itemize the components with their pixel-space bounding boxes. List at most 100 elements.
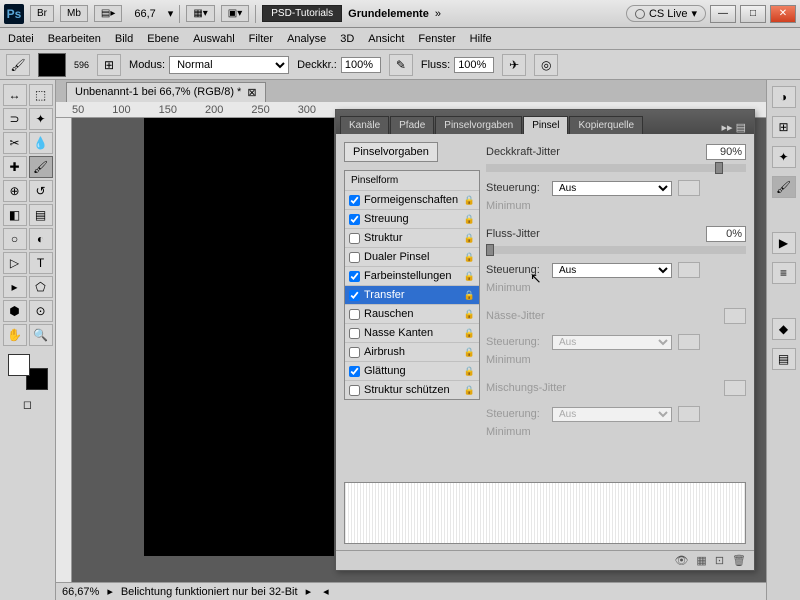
brush-option-checkbox[interactable]: [349, 347, 360, 358]
flow-control-select[interactable]: Aus: [552, 263, 672, 278]
tab-pfade[interactable]: Pfade: [390, 116, 434, 134]
lock-icon[interactable]: 🔒: [464, 385, 475, 396]
brush-option-checkbox[interactable]: [349, 271, 360, 282]
type-tool[interactable]: T: [29, 252, 53, 274]
wand-tool[interactable]: ✦: [29, 108, 53, 130]
brush-list-header[interactable]: Pinselform: [345, 171, 479, 190]
dock-play-icon[interactable]: ▶: [772, 232, 796, 254]
lock-icon[interactable]: 🔒: [464, 214, 475, 225]
eyedropper-tool[interactable]: 💧: [29, 132, 53, 154]
marquee-tool[interactable]: ⬚: [29, 84, 53, 106]
zoom-tool[interactable]: 🔍: [29, 324, 53, 346]
brush-presets-button[interactable]: Pinselvorgaben: [344, 142, 438, 162]
tab-pinselvorgaben[interactable]: Pinselvorgaben: [435, 116, 522, 134]
flow-input[interactable]: [454, 57, 494, 73]
menu-hilfe[interactable]: Hilfe: [470, 33, 492, 45]
brush-panel-toggle-icon[interactable]: ⊞: [97, 54, 121, 76]
brush-option-checkbox[interactable]: [349, 290, 360, 301]
lock-icon[interactable]: 🔒: [464, 271, 475, 282]
brush-option-dualer-pinsel[interactable]: Dualer Pinsel🔒: [345, 247, 479, 266]
3d-tool[interactable]: ⬢: [3, 300, 27, 322]
eraser-tool[interactable]: ◧: [3, 204, 27, 226]
menu-ansicht[interactable]: Ansicht: [368, 33, 404, 45]
brush-option-transfer[interactable]: Transfer🔒: [345, 285, 479, 304]
menu-datei[interactable]: Datei: [8, 33, 34, 45]
brush-option-rauschen[interactable]: Rauschen🔒: [345, 304, 479, 323]
lock-icon[interactable]: 🔒: [464, 233, 475, 244]
opacity-input[interactable]: [341, 57, 381, 73]
tablet-size-icon[interactable]: ◎: [534, 54, 558, 76]
close-button[interactable]: ✕: [770, 5, 796, 23]
lock-icon[interactable]: 🔒: [464, 309, 475, 320]
lasso-tool[interactable]: ⊃: [3, 108, 27, 130]
brush-option-checkbox[interactable]: [349, 195, 360, 206]
lock-icon[interactable]: 🔒: [464, 347, 475, 358]
brush-option-checkbox[interactable]: [349, 214, 360, 225]
tab-pinsel[interactable]: Pinsel: [523, 116, 568, 134]
brush-option-checkbox[interactable]: [349, 233, 360, 244]
panel-collapse-icon[interactable]: ▸▸ ▤: [718, 121, 751, 134]
opacity-jitter-value[interactable]: 90%: [706, 144, 746, 160]
path-select[interactable]: ▸: [3, 276, 27, 298]
menu-auswahl[interactable]: Auswahl: [193, 33, 235, 45]
brush-option-checkbox[interactable]: [349, 252, 360, 263]
film-icon[interactable]: ▤▸: [94, 5, 122, 22]
crop-tool[interactable]: ✂: [3, 132, 27, 154]
gradient-tool[interactable]: ▤: [29, 204, 53, 226]
stamp-tool[interactable]: ⊕: [3, 180, 27, 202]
pen-tool[interactable]: ▷: [3, 252, 27, 274]
zoom-pct[interactable]: 66,7: [128, 8, 161, 20]
create-icon[interactable]: ⊡: [715, 554, 724, 567]
menu-filter[interactable]: Filter: [249, 33, 273, 45]
mode-select[interactable]: Normal: [169, 56, 289, 74]
shape-tool[interactable]: ⬠: [29, 276, 53, 298]
brush-option-struktur[interactable]: Struktur🔒: [345, 228, 479, 247]
cs-live[interactable]: CS Live▾: [626, 5, 706, 22]
workspace-psd-tutorials[interactable]: PSD-Tutorials: [262, 5, 342, 22]
maximize-button[interactable]: □: [740, 5, 766, 23]
document-tab[interactable]: Unbenannt-1 bei 66,7% (RGB/8) *⊠: [66, 82, 266, 102]
brush-tool-icon[interactable]: 🖌: [6, 54, 30, 76]
opacity-control-select[interactable]: Aus: [552, 181, 672, 196]
brush-option-checkbox[interactable]: [349, 328, 360, 339]
brush-option-checkbox[interactable]: [349, 366, 360, 377]
mb-button[interactable]: Mb: [60, 5, 88, 22]
tab-kanaele[interactable]: Kanäle: [340, 116, 389, 134]
brush-option-checkbox[interactable]: [349, 385, 360, 396]
new-brush-icon[interactable]: ▦: [696, 554, 706, 567]
brush-preview[interactable]: [38, 53, 66, 77]
toggle-preview-icon[interactable]: 👁: [674, 554, 688, 567]
tablet-opacity-icon[interactable]: ✎: [389, 54, 413, 76]
dock-color-icon[interactable]: ◑: [772, 86, 796, 108]
brush-option-nasse-kanten[interactable]: Nasse Kanten🔒: [345, 323, 479, 342]
menu-3d[interactable]: 3D: [340, 33, 354, 45]
dock-layers-icon[interactable]: ▤: [772, 348, 796, 370]
menu-ebene[interactable]: Ebene: [147, 33, 179, 45]
dock-styles-icon[interactable]: ✦: [772, 146, 796, 168]
quickmask-icon[interactable]: ◻: [2, 398, 53, 411]
airbrush-icon[interactable]: ✈: [502, 54, 526, 76]
flow-jitter-slider[interactable]: [486, 246, 746, 254]
lock-icon[interactable]: 🔒: [464, 252, 475, 263]
dock-swatches-icon[interactable]: ⊞: [772, 116, 796, 138]
minimize-button[interactable]: —: [710, 5, 736, 23]
workspace-grundelemente[interactable]: Grundelemente: [348, 8, 429, 20]
brush-option-airbrush[interactable]: Airbrush🔒: [345, 342, 479, 361]
menu-bearbeiten[interactable]: Bearbeiten: [48, 33, 101, 45]
hand-tool[interactable]: ✋: [3, 324, 27, 346]
lock-icon[interactable]: 🔒: [464, 195, 475, 206]
lock-icon[interactable]: 🔒: [464, 290, 475, 301]
status-info-icon[interactable]: ▸: [107, 585, 113, 598]
opacity-jitter-slider[interactable]: [486, 164, 746, 172]
close-tab-icon[interactable]: ⊠: [247, 86, 256, 99]
menu-fenster[interactable]: Fenster: [418, 33, 455, 45]
artboard[interactable]: [144, 118, 334, 556]
heal-tool[interactable]: ✚: [3, 156, 27, 178]
tab-kopierquelle[interactable]: Kopierquelle: [569, 116, 643, 134]
br-button[interactable]: Br: [30, 5, 54, 22]
lock-icon[interactable]: 🔒: [464, 366, 475, 377]
workspace-more[interactable]: »: [435, 8, 441, 20]
menu-bild[interactable]: Bild: [115, 33, 133, 45]
blur-tool[interactable]: ○: [3, 228, 27, 250]
brush-option-farbeinstellungen[interactable]: Farbeinstellungen🔒: [345, 266, 479, 285]
